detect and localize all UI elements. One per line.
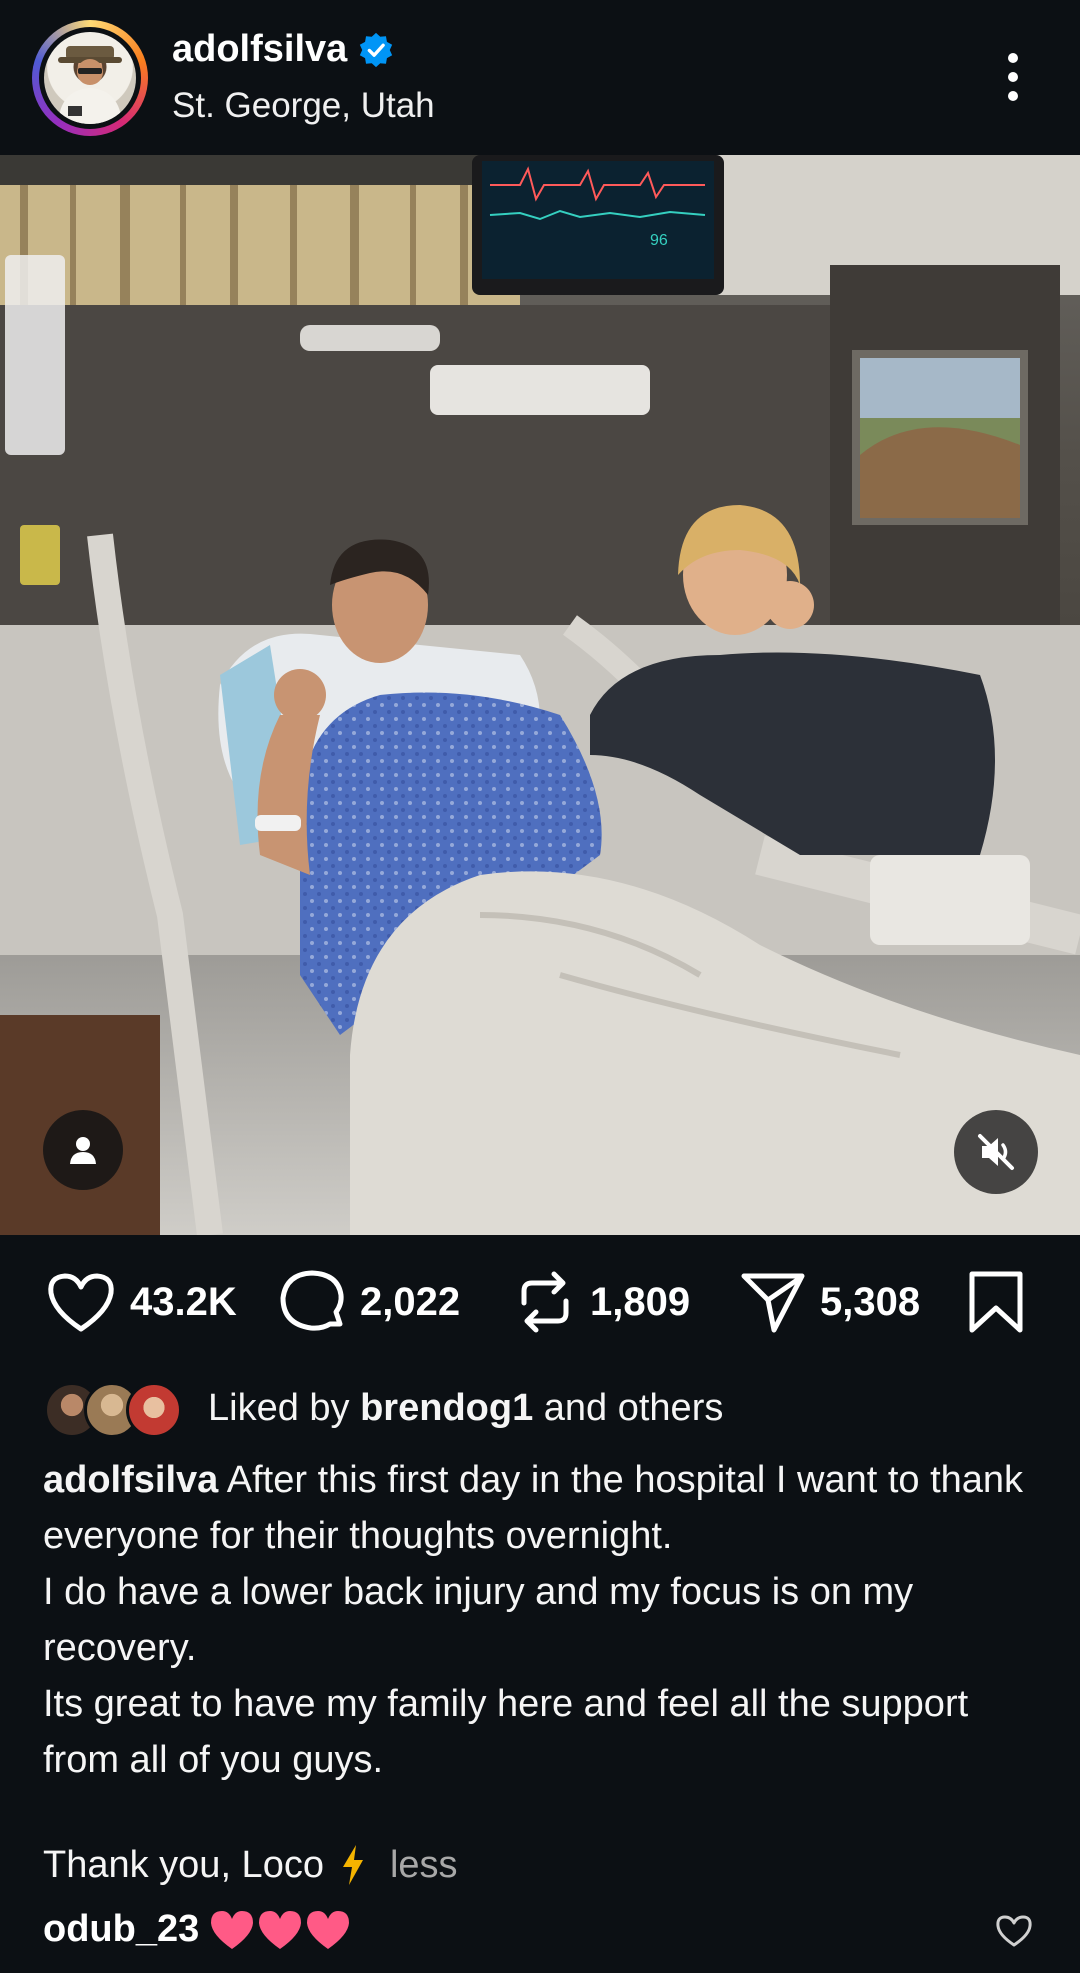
post-caption: adolfsilva After this first day in the h… [43,1452,1043,1788]
caption-line-2: I do have a lower back injury and my foc… [43,1571,914,1669]
post-username[interactable]: adolfsilva [172,28,395,71]
hospital-room-image: 96 [0,155,1080,1235]
send-icon[interactable] [740,1270,806,1334]
avatar[interactable] [32,20,148,136]
heart-emoji-icon [259,1910,302,1949]
heart-icon[interactable] [46,1271,116,1333]
liked-by-avatars[interactable] [44,1378,184,1438]
more-vertical-icon[interactable] [998,48,1028,108]
liked-avatar-3[interactable] [126,1382,182,1438]
repost-action[interactable]: 1,809 [514,1262,690,1342]
svg-text:96: 96 [650,232,668,249]
liked-by-user[interactable]: brendog1 [360,1387,533,1429]
comment-username[interactable]: odub_23 [43,1908,199,1951]
user-tag-icon [70,1137,96,1164]
liked-by-suffix[interactable]: and others [533,1387,724,1429]
comment-hearts [209,1909,351,1951]
caption-closing-row: Thank you, Loco less [43,1843,458,1887]
tagged-users-button[interactable] [43,1110,123,1190]
comment-like-heart-icon[interactable] [995,1914,1033,1948]
post-actions: 43.2K 2,022 1,809 5,308 [0,1262,1080,1342]
comment-count[interactable]: 2,022 [360,1280,460,1325]
repost-icon[interactable] [514,1269,576,1335]
less-link[interactable]: less [390,1844,458,1887]
comment-preview[interactable]: odub_23 [43,1908,351,1951]
verified-badge-icon [360,32,393,67]
liked-by-prefix: Liked by [208,1386,361,1429]
liked-by-text[interactable]: Liked by brendog1 and others [208,1387,723,1430]
caption-paragraph-1: adolfsilva After this first day in the h… [43,1452,1043,1564]
avatar-border [39,27,141,129]
post-photo[interactable]: 96 [0,155,1080,1235]
lightning-icon [342,1845,363,1885]
liked-by-row[interactable]: Liked by brendog1 and others [44,1378,723,1438]
share-action[interactable]: 5,308 [740,1262,920,1342]
heart-emoji-icon [211,1910,254,1949]
avatar-figure [58,46,122,124]
heart-emoji-icon [307,1910,350,1949]
muted-speaker-icon [978,1134,1014,1170]
username-text[interactable]: adolfsilva [172,28,347,71]
like-count[interactable]: 43.2K [130,1280,237,1325]
post-header: adolfsilva St. George, Utah [0,0,1080,155]
comment-bubble-icon[interactable] [278,1268,346,1336]
caption-closing: Thank you, Loco [43,1843,324,1886]
repost-count[interactable]: 1,809 [590,1280,690,1325]
share-count[interactable]: 5,308 [820,1280,920,1325]
caption-username[interactable]: adolfsilva [43,1459,218,1501]
post-location[interactable]: St. George, Utah [172,86,435,126]
avatar-photo [44,32,136,124]
like-action[interactable]: 43.2K [46,1262,237,1342]
caption-line-3: Its great to have my family here and fee… [43,1683,969,1781]
bookmark-icon[interactable] [966,1270,1026,1334]
comment-action[interactable]: 2,022 [278,1262,460,1342]
mute-button[interactable] [954,1110,1038,1194]
